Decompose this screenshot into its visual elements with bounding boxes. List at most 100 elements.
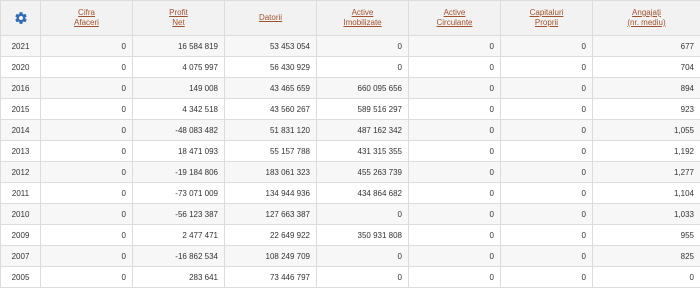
cifra-afaceri-cell: 0 [41,204,133,225]
column-header-active-circulante: Active Circulante [409,1,501,36]
table-row: 2020 0 4 075 997 56 430 929 0 0 0 704 [1,57,700,78]
cifra-afaceri-cell: 0 [41,57,133,78]
capitaluri-proprii-cell: 0 [501,99,593,120]
angajati-cell: 825 [593,246,700,267]
table-body: 2021 0 16 584 819 53 453 054 0 0 0 677 2… [1,36,700,288]
column-header-line2: Proprii [530,18,564,28]
year-cell: 2016 [1,78,41,99]
active-circulante-cell: 0 [409,267,501,288]
angajati-cell: 677 [593,36,700,57]
column-header-line2: (nr. mediu) [627,18,665,28]
column-header-capitaluri-proprii: Capitaluri Proprii [501,1,593,36]
column-header-line1: Profit [169,8,188,18]
profit-net-cell: -73 071 009 [133,183,225,204]
year-cell: 2007 [1,246,41,267]
column-header-datorii: Datorii [225,1,317,36]
settings-header-cell [1,1,41,36]
active-circulante-cell: 0 [409,204,501,225]
angajati-cell: 704 [593,57,700,78]
cifra-afaceri-cell: 0 [41,99,133,120]
table-row: 2012 0 -19 184 806 183 061 323 455 263 7… [1,162,700,183]
year-cell: 2012 [1,162,41,183]
column-header-line1: Active [436,8,472,18]
column-header-line2: Net [169,18,188,28]
column-header-line2: Imobilizate [343,18,381,28]
datorii-cell: 134 944 936 [225,183,317,204]
cifra-afaceri-cell: 0 [41,120,133,141]
table-header-row: Cifra Afaceri Profit Net Datorii Active … [1,1,700,36]
active-circulante-cell: 0 [409,183,501,204]
cifra-afaceri-cell: 0 [41,141,133,162]
cifra-afaceri-cell: 0 [41,225,133,246]
profit-net-cell: 4 342 518 [133,99,225,120]
column-header-line2: Circulante [436,18,472,28]
cifra-afaceri-cell: 0 [41,78,133,99]
column-header-line1: Active [343,8,381,18]
capitaluri-proprii-cell: 0 [501,246,593,267]
capitaluri-proprii-cell: 0 [501,36,593,57]
year-cell: 2011 [1,183,41,204]
year-cell: 2009 [1,225,41,246]
active-imobilizate-cell: 660 095 656 [317,78,409,99]
angajati-cell: 1,192 [593,141,700,162]
table-row: 2011 0 -73 071 009 134 944 936 434 864 6… [1,183,700,204]
column-header-line1: Capitaluri [530,8,564,18]
datorii-cell: 73 446 797 [225,267,317,288]
datorii-cell: 108 249 709 [225,246,317,267]
angajati-cell: 0 [593,267,700,288]
datorii-cell: 56 430 929 [225,57,317,78]
cifra-afaceri-cell: 0 [41,36,133,57]
angajati-cell: 923 [593,99,700,120]
year-cell: 2014 [1,120,41,141]
datorii-cell: 43 465 659 [225,78,317,99]
profit-net-cell: 16 584 819 [133,36,225,57]
sort-link-active-imobilizate[interactable]: Active Imobilizate [343,8,381,28]
datorii-cell: 183 061 323 [225,162,317,183]
profit-net-cell: -48 083 482 [133,120,225,141]
sort-link-capitaluri-proprii[interactable]: Capitaluri Proprii [530,8,564,28]
datorii-cell: 53 453 054 [225,36,317,57]
datorii-cell: 127 663 387 [225,204,317,225]
year-cell: 2013 [1,141,41,162]
capitaluri-proprii-cell: 0 [501,204,593,225]
year-cell: 2005 [1,267,41,288]
active-imobilizate-cell: 350 931 808 [317,225,409,246]
datorii-cell: 55 157 788 [225,141,317,162]
table-row: 2009 0 2 477 471 22 649 922 350 931 808 … [1,225,700,246]
profit-net-cell: 2 477 471 [133,225,225,246]
profit-net-cell: -19 184 806 [133,162,225,183]
capitaluri-proprii-cell: 0 [501,120,593,141]
active-circulante-cell: 0 [409,36,501,57]
table-row: 2021 0 16 584 819 53 453 054 0 0 0 677 [1,36,700,57]
sort-link-profit-net[interactable]: Profit Net [169,8,188,28]
sort-link-angajati[interactable]: Angajați (nr. mediu) [627,8,665,28]
angajati-cell: 1,055 [593,120,700,141]
year-cell: 2015 [1,99,41,120]
cifra-afaceri-cell: 0 [41,267,133,288]
table-row: 2005 0 283 641 73 446 797 0 0 0 0 [1,267,700,288]
table-row: 2013 0 18 471 093 55 157 788 431 315 355… [1,141,700,162]
active-imobilizate-cell: 0 [317,57,409,78]
sort-link-active-circulante[interactable]: Active Circulante [436,8,472,28]
column-header-line1: Cifra [74,8,99,18]
table-row: 2016 0 149 008 43 465 659 660 095 656 0 … [1,78,700,99]
active-imobilizate-cell: 0 [317,204,409,225]
datorii-cell: 43 560 267 [225,99,317,120]
gear-icon[interactable] [14,11,28,25]
active-imobilizate-cell: 0 [317,267,409,288]
sort-link-cifra-afaceri[interactable]: Cifra Afaceri [74,8,99,28]
column-header-line1: Angajați [627,8,665,18]
profit-net-cell: 283 641 [133,267,225,288]
financial-data-table: Cifra Afaceri Profit Net Datorii Active … [0,0,700,288]
capitaluri-proprii-cell: 0 [501,57,593,78]
sort-link-datorii[interactable]: Datorii [259,13,282,23]
column-header-line2: Afaceri [74,18,99,28]
profit-net-cell: -56 123 387 [133,204,225,225]
profit-net-cell: 18 471 093 [133,141,225,162]
active-imobilizate-cell: 431 315 355 [317,141,409,162]
column-header-active-imobilizate: Active Imobilizate [317,1,409,36]
capitaluri-proprii-cell: 0 [501,162,593,183]
active-imobilizate-cell: 434 864 682 [317,183,409,204]
active-circulante-cell: 0 [409,120,501,141]
active-imobilizate-cell: 487 162 342 [317,120,409,141]
